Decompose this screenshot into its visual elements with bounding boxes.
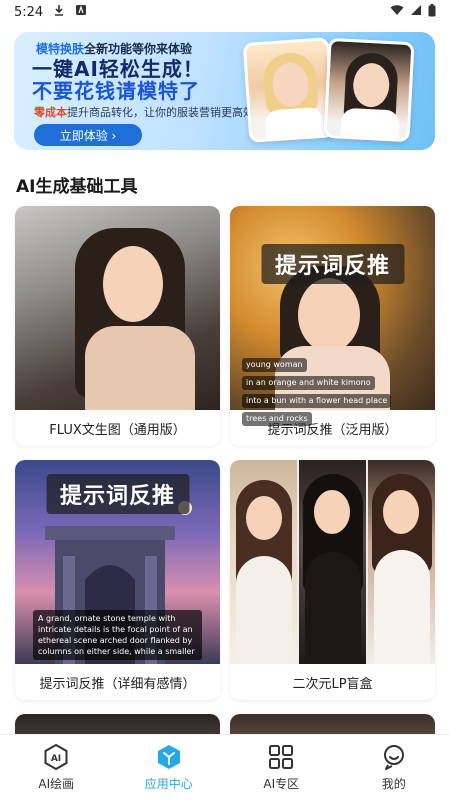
- card-label: 二次元LP盲盒: [292, 676, 373, 692]
- tab-label: AI绘画: [38, 777, 75, 791]
- banner-tag-rest: 全新功能等你来体验: [84, 42, 193, 56]
- tool-card-prompt-detailed[interactable]: 提示词反推 A grand, ornate stone temple with …: [15, 460, 220, 700]
- battery-icon: [428, 3, 436, 21]
- ai-hexagon-icon: AI: [44, 743, 68, 771]
- card-image: [15, 714, 220, 734]
- banner-subtitle: 零成本提升商品转化，让你的服装营销更高效: [34, 104, 254, 120]
- tab-label: 我的: [381, 777, 406, 791]
- tab-app-center[interactable]: 应用中心: [113, 735, 226, 800]
- model-top: [339, 107, 400, 143]
- main-content: 模特换肤全新功能等你来体验 一键AI轻松生成！ 不要花钱请模特了 零成本提升商品…: [0, 24, 450, 734]
- tool-card-prompt-general[interactable]: 提示词反推 young woman in an orange and white …: [230, 206, 435, 446]
- svg-text:AI: AI: [51, 754, 61, 764]
- figure-face: [383, 490, 419, 534]
- status-right: [390, 3, 436, 21]
- promo-banner[interactable]: 模特换肤全新功能等你来体验 一键AI轻松生成！ 不要花钱请模特了 零成本提升商品…: [14, 32, 435, 150]
- status-bar: 5:24: [0, 0, 450, 24]
- card-label: 提示词反推（详细有感情）: [39, 676, 196, 692]
- tab-label: 应用中心: [144, 777, 193, 791]
- figure-shoulder: [85, 326, 195, 410]
- banner-title-line1: 一键AI轻松生成！: [32, 57, 204, 81]
- banner-sub-highlight: 零成本: [34, 106, 67, 119]
- prompt-chip: into a bun with a flower head place: [242, 394, 392, 408]
- figure-face: [246, 496, 282, 540]
- signal-icon: [410, 4, 422, 20]
- prompt-chip: young woman: [242, 358, 307, 372]
- tool-card-flux[interactable]: FLUX文生图（通用版）: [15, 206, 220, 446]
- tab-ai-painting[interactable]: AI AI绘画: [0, 735, 113, 800]
- app-center-icon: [157, 745, 180, 769]
- tab-ai-zone[interactable]: AI专区: [225, 735, 338, 800]
- banner-model-photo-brunette: [323, 37, 415, 143]
- anime-panel: [230, 460, 297, 664]
- anime-panel: [299, 460, 366, 664]
- prompt-description: A grand, ornate stone temple with intric…: [33, 610, 202, 660]
- try-now-button[interactable]: 立即体验 ›: [34, 124, 142, 146]
- tool-card-next-left[interactable]: [15, 714, 220, 734]
- section-title: AI生成基础工具: [16, 177, 138, 197]
- wifi-icon: [390, 4, 404, 20]
- tab-label: AI专区: [263, 777, 300, 791]
- card-label: 提示词反推（泛用版）: [267, 422, 398, 438]
- banner-sub-rest: 提升商品转化，让你的服装营销更高效: [67, 106, 254, 119]
- banner-tag-highlight: 模特换肤: [36, 42, 85, 56]
- card-image: 提示词反推 young woman in an orange and white …: [230, 206, 435, 426]
- tool-card-next-right[interactable]: [230, 714, 435, 734]
- prompt-chip: in an orange and white kimono: [242, 376, 375, 390]
- banner-tag: 模特换肤全新功能等你来体验: [36, 40, 192, 57]
- tool-card-anime-blindbox[interactable]: 二次元LP盲盒: [230, 460, 435, 700]
- app-notification-icon: [75, 4, 87, 20]
- card-image: 提示词反推 A grand, ornate stone temple with …: [15, 460, 220, 664]
- model-top: [264, 106, 326, 143]
- anime-panel: [368, 460, 435, 664]
- tab-profile[interactable]: 我的: [338, 735, 450, 800]
- card-label: FLUX文生图（通用版）: [49, 422, 186, 438]
- card-image: [15, 206, 220, 410]
- figure-face: [103, 246, 163, 322]
- prompt-overlay-title: 提示词反推: [45, 474, 190, 514]
- prompt-overlay-title: 提示词反推: [260, 244, 405, 284]
- banner-model-photo-blonde: [242, 37, 336, 143]
- profile-icon: [383, 745, 404, 770]
- figure-top: [374, 550, 430, 664]
- download-icon: [53, 4, 65, 20]
- grid-icon: [269, 745, 294, 769]
- bottom-tab-bar: AI AI绘画 应用中心 AI专区 我的: [0, 734, 450, 800]
- card-image: [230, 460, 435, 664]
- status-time: 5:24: [14, 4, 44, 20]
- figure-face: [298, 278, 360, 352]
- figure-face: [314, 490, 350, 534]
- card-image: [230, 714, 435, 734]
- figure-dress: [236, 556, 292, 664]
- banner-title-line2: 不要花钱请模特了: [32, 79, 200, 103]
- figure-jacket: [305, 552, 361, 664]
- status-left: 5:24: [14, 4, 87, 20]
